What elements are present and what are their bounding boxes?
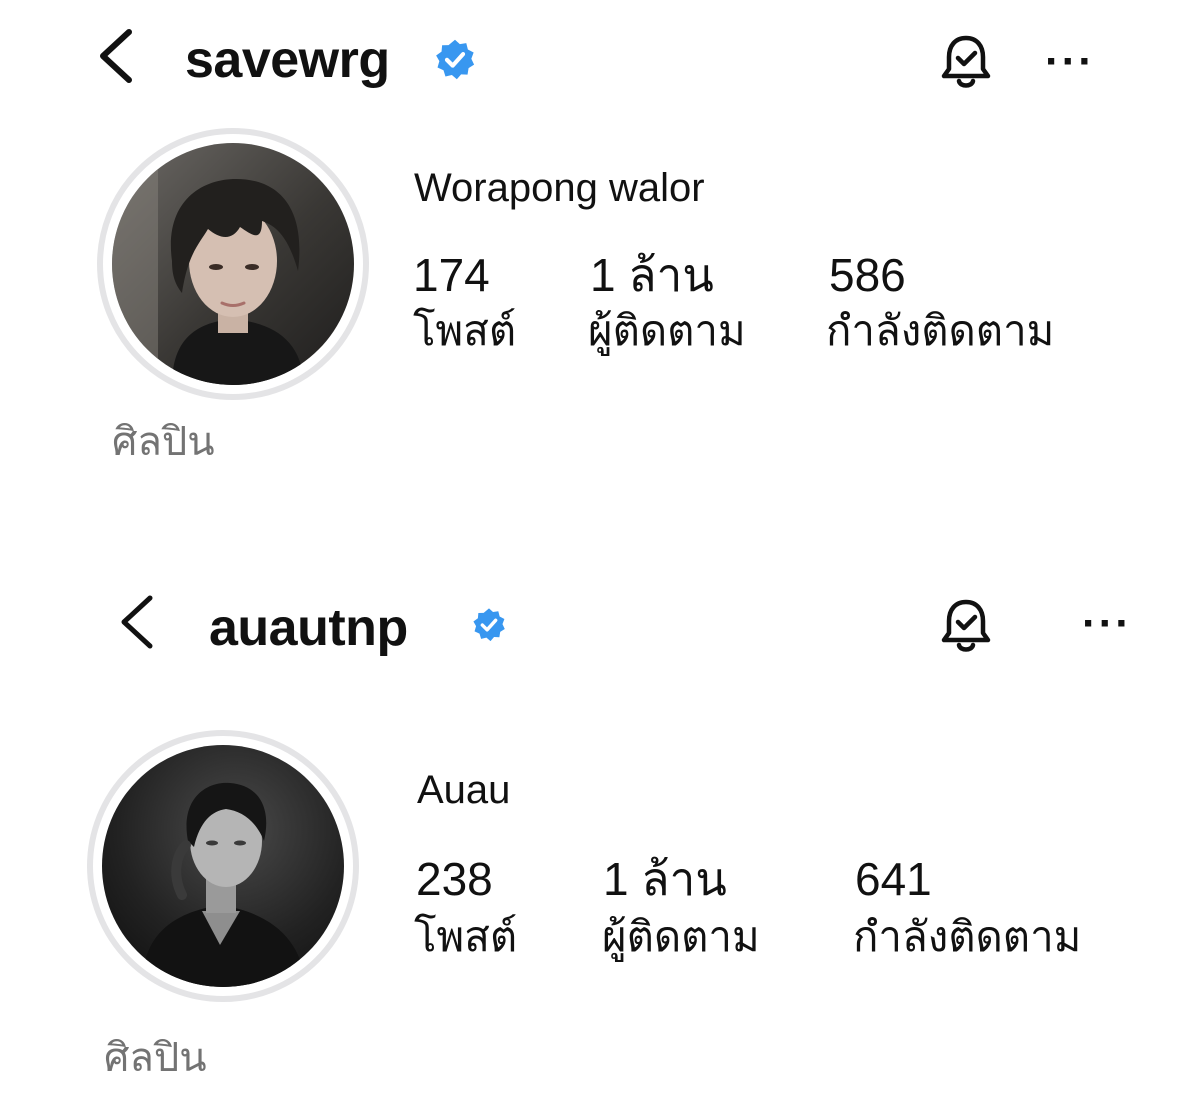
display-name: Worapong walor	[414, 166, 705, 210]
posts-count: 238	[416, 853, 493, 905]
followers-count[interactable]: 1 ล้าน	[603, 856, 727, 902]
followers-label[interactable]: ผู้ติดตาม	[602, 916, 760, 958]
more-options-button[interactable]: ···	[1045, 40, 1095, 84]
following-count[interactable]: 586	[829, 252, 906, 298]
posts-count: 174	[413, 249, 490, 301]
more-options-button[interactable]: ···	[1082, 602, 1132, 646]
back-icon[interactable]	[116, 594, 160, 650]
username: savewrg	[185, 31, 390, 89]
verified-badge-icon	[473, 608, 505, 642]
profile-header-auautnp: auautnp ··· Auau 238 โพสต์ 1 ล้าน ผู้ติด…	[0, 560, 1200, 1080]
profile-header-savewrg: savewrg ··· Worapong walor 174 โพสต์ 1 ล…	[0, 0, 1200, 520]
profile-photo	[102, 745, 344, 987]
followers-count[interactable]: 1 ล้าน	[590, 252, 714, 298]
posts-label: โพสต์	[413, 307, 517, 354]
category-label: ศิลปิน	[112, 420, 215, 464]
avatar[interactable]	[87, 730, 359, 1002]
posts-label: โพสต์	[414, 913, 518, 960]
back-icon[interactable]	[95, 28, 139, 84]
bell-check-icon[interactable]	[936, 594, 996, 658]
followers-label[interactable]: ผู้ติดตาม	[588, 310, 746, 352]
verified-badge-icon	[436, 39, 475, 80]
display-name: Auau	[417, 768, 511, 812]
profile-photo	[112, 143, 354, 385]
following-label[interactable]: กำลังติดตาม	[853, 916, 1081, 958]
following-label[interactable]: กำลังติดตาม	[826, 310, 1054, 352]
following-count[interactable]: 641	[855, 856, 932, 902]
avatar[interactable]	[97, 128, 369, 400]
category-label: ศิลปิน	[104, 1036, 207, 1080]
bell-check-icon[interactable]	[936, 30, 996, 94]
username: auautnp	[209, 599, 408, 657]
